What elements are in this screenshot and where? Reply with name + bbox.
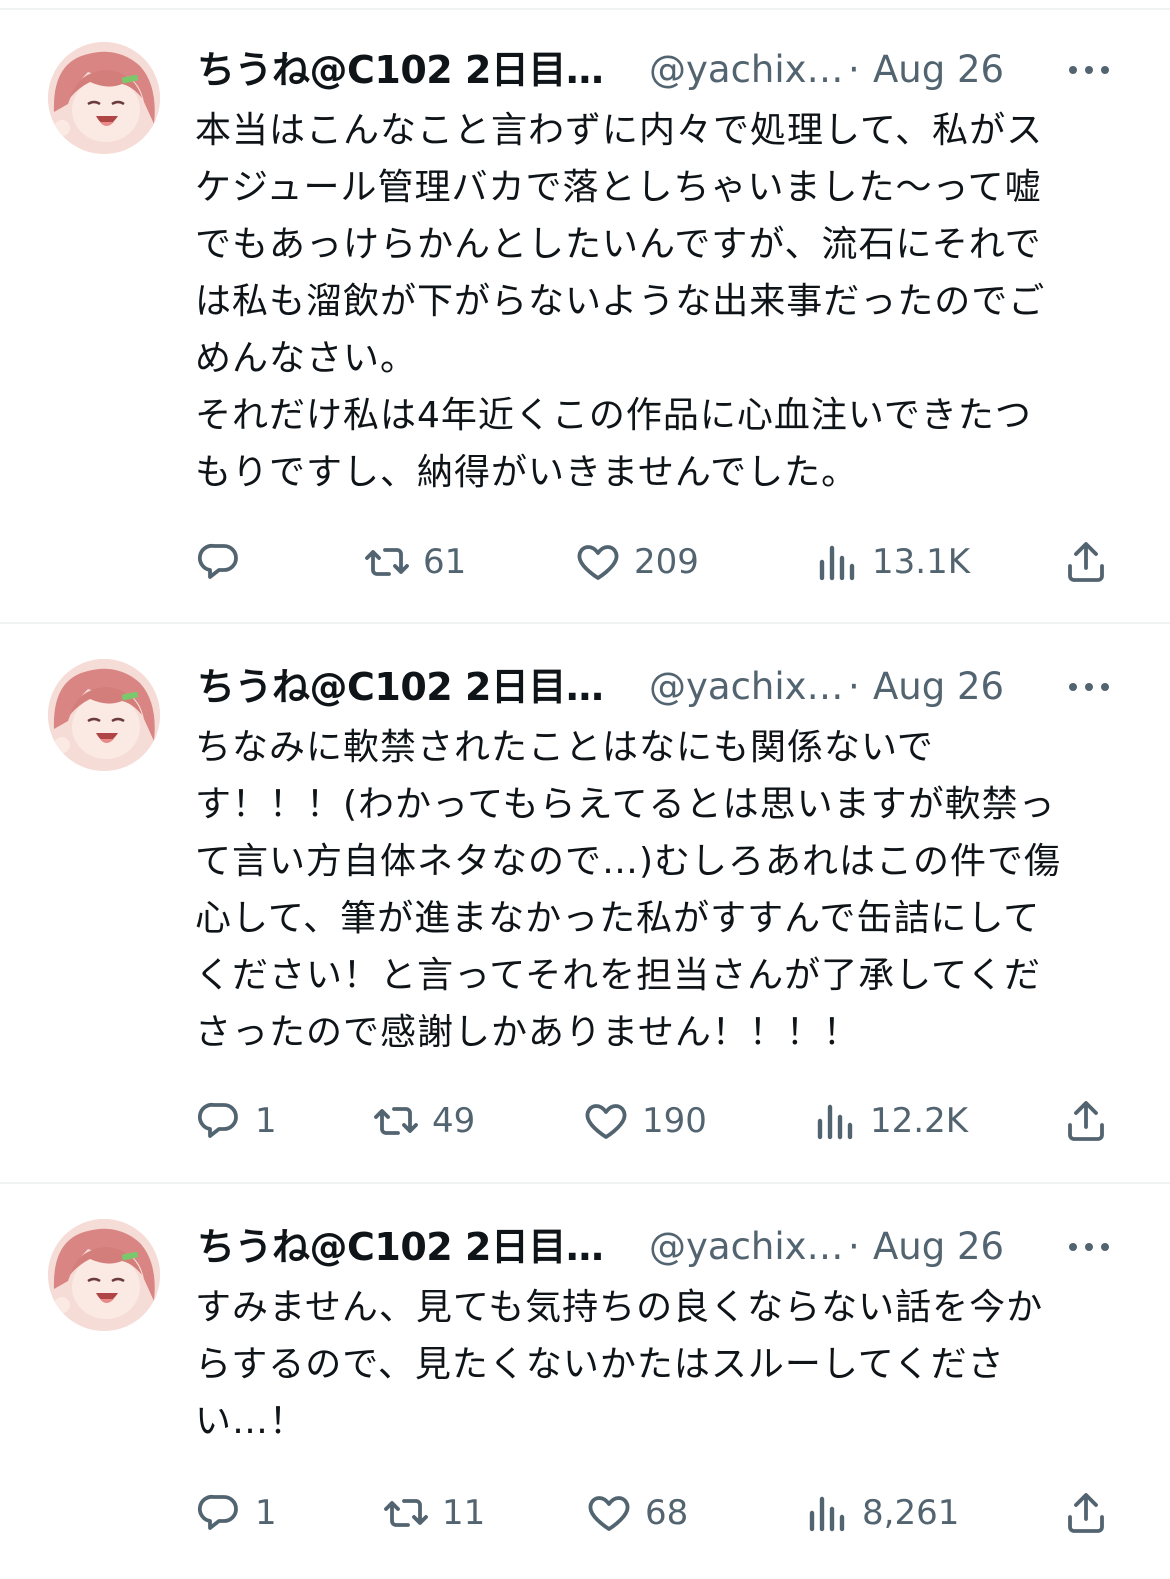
reply-button[interactable] xyxy=(195,532,255,592)
tweet-text: すみません、見ても気持ちの良くならない話を今か らするので、見たくないかたはスル… xyxy=(195,1287,1044,1442)
avatar[interactable] xyxy=(48,42,160,154)
reply-count: 1 xyxy=(255,1493,277,1533)
more-options-icon[interactable] xyxy=(1065,1227,1113,1267)
like-count: 68 xyxy=(645,1493,689,1533)
timestamp[interactable]: Aug 26 xyxy=(873,1217,1004,1277)
more-options-icon[interactable] xyxy=(1065,667,1113,707)
handle[interactable]: @yachix… xyxy=(649,657,844,717)
more-options-icon[interactable] xyxy=(1065,50,1113,90)
share-button[interactable] xyxy=(1062,1091,1110,1151)
views-button[interactable]: 12.2K xyxy=(810,1091,968,1151)
heart-icon xyxy=(582,1097,630,1145)
share-icon xyxy=(1062,1489,1110,1537)
handle[interactable]: @yachix… xyxy=(649,1217,844,1277)
display-name[interactable]: ちうね@C102 2日目… xyxy=(197,40,604,100)
tweet-header: ちうね@C102 2日目… @yachix… · Aug 26 xyxy=(197,1217,1117,1277)
views-button[interactable]: 13.1K xyxy=(812,532,970,592)
reply-icon xyxy=(195,1489,243,1537)
reply-count: 1 xyxy=(255,1101,277,1141)
handle[interactable]: @yachix… xyxy=(649,40,844,100)
share-button[interactable] xyxy=(1062,1483,1110,1543)
analytics-icon xyxy=(812,538,860,586)
like-count: 190 xyxy=(642,1101,707,1141)
tweet-divider xyxy=(0,1182,1170,1184)
tweet-divider xyxy=(0,622,1170,624)
retweet-icon xyxy=(363,538,411,586)
tweet-actions: 61 209 13.1K xyxy=(0,532,1170,592)
analytics-icon xyxy=(802,1489,850,1537)
separator-dot: · xyxy=(848,48,860,91)
retweet-icon xyxy=(382,1489,430,1537)
avatar[interactable] xyxy=(48,1219,160,1331)
tweet-actions: 1 49 190 12.2K xyxy=(0,1091,1170,1151)
tweet-text: 本当はこんなこと言わずに内々で処理して、私がス ケジュール管理バカで落としちゃい… xyxy=(195,110,1046,493)
tweet-text: ちなみに軟禁されたことはなにも関係ないで す！！！(わかってもらえてるとは思いま… xyxy=(195,727,1062,1053)
separator-dot: · xyxy=(848,665,860,708)
like-count: 209 xyxy=(634,542,699,582)
tweet-header: ちうね@C102 2日目… @yachix… · Aug 26 xyxy=(197,657,1117,717)
timestamp[interactable]: Aug 26 xyxy=(873,40,1004,100)
views-button[interactable]: 8,261 xyxy=(802,1483,959,1543)
share-button[interactable] xyxy=(1062,532,1110,592)
view-count: 13.1K xyxy=(872,542,970,582)
reply-icon xyxy=(195,1097,243,1145)
retweet-count: 61 xyxy=(423,542,467,582)
separator-dot: · xyxy=(848,1225,860,1268)
view-count: 8,261 xyxy=(862,1493,960,1533)
display-name[interactable]: ちうね@C102 2日目… xyxy=(197,657,604,717)
avatar[interactable] xyxy=(48,659,160,771)
share-icon xyxy=(1062,538,1110,586)
like-button[interactable]: 190 xyxy=(582,1091,707,1151)
analytics-icon xyxy=(810,1097,858,1145)
timestamp[interactable]: Aug 26 xyxy=(873,657,1004,717)
like-button[interactable]: 209 xyxy=(574,532,699,592)
tweet-header: ちうね@C102 2日目… @yachix… · Aug 26 xyxy=(197,40,1117,100)
reply-icon xyxy=(195,538,243,586)
reply-button[interactable]: 1 xyxy=(195,1091,277,1151)
heart-icon xyxy=(585,1489,633,1537)
display-name[interactable]: ちうね@C102 2日目… xyxy=(197,1217,604,1277)
heart-icon xyxy=(574,538,622,586)
retweet-button[interactable]: 49 xyxy=(372,1091,475,1151)
retweet-count: 11 xyxy=(442,1493,486,1533)
share-icon xyxy=(1062,1097,1110,1145)
retweet-icon xyxy=(372,1097,420,1145)
top-divider xyxy=(0,8,1170,10)
retweet-button[interactable]: 11 xyxy=(382,1483,485,1543)
like-button[interactable]: 68 xyxy=(585,1483,688,1543)
reply-button[interactable]: 1 xyxy=(195,1483,277,1543)
view-count: 12.2K xyxy=(870,1101,968,1141)
tweet-actions: 1 11 68 8,261 xyxy=(0,1483,1170,1543)
retweet-count: 49 xyxy=(432,1101,476,1141)
retweet-button[interactable]: 61 xyxy=(363,532,466,592)
